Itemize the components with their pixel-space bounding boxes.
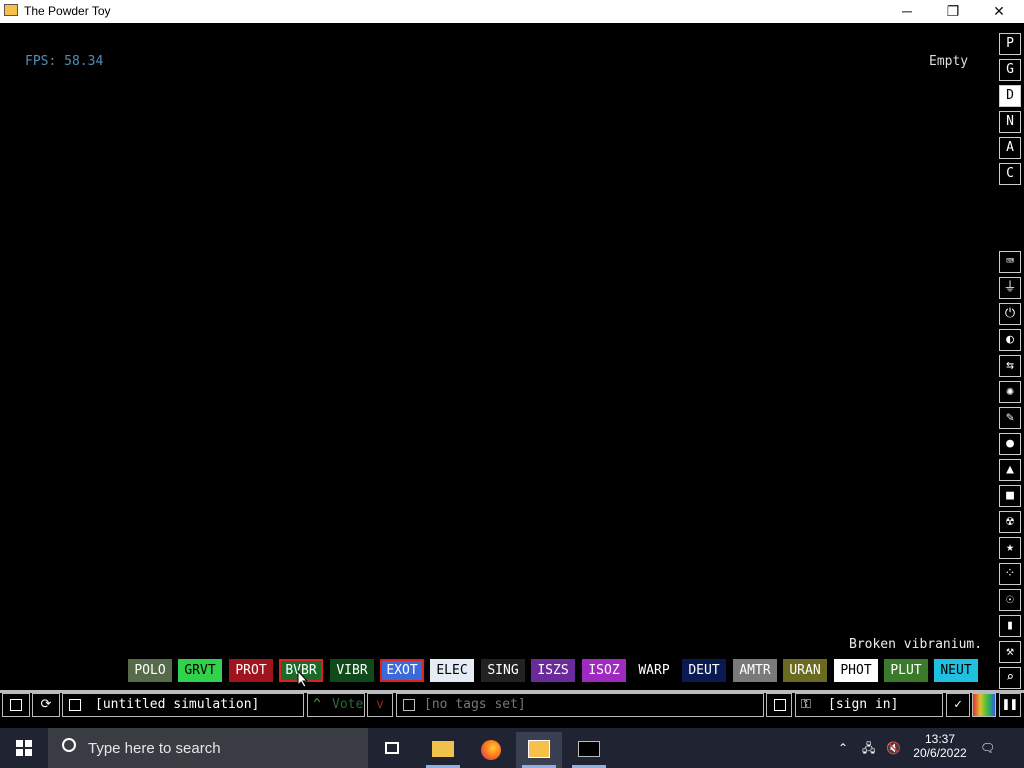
- windows-taskbar: Type here to search ⌃ 🖧 🔇 13:37 20/6/202…: [0, 728, 1024, 768]
- pen-icon[interactable]: ✎: [999, 407, 1021, 429]
- task-view-icon[interactable]: [370, 732, 416, 768]
- chevron-up-icon[interactable]: ⌃: [838, 728, 854, 768]
- save-icon: [69, 699, 81, 711]
- element-button-elec[interactable]: ELEC: [430, 659, 474, 682]
- vote-down-icon: v: [376, 697, 384, 712]
- clock-time: 13:37: [924, 732, 956, 746]
- square-icon[interactable]: ■: [999, 485, 1021, 507]
- taskbar-search[interactable]: Type here to search: [48, 728, 368, 768]
- close-button[interactable]: ✕: [976, 0, 1022, 23]
- sign-in-button[interactable]: ⚿ [sign in]: [795, 693, 943, 717]
- element-button-deut[interactable]: DEUT: [682, 659, 726, 682]
- magnifier-icon[interactable]: ⌕: [999, 667, 1021, 689]
- plug-icon[interactable]: ⏚: [999, 277, 1021, 299]
- sign-in-label: [sign in]: [828, 697, 899, 712]
- toolset-button-c[interactable]: C: [999, 163, 1021, 185]
- firefox-icon[interactable]: [468, 732, 514, 768]
- star-icon[interactable]: ★: [999, 537, 1021, 559]
- file-explorer-icon[interactable]: [420, 732, 466, 768]
- vote-label: Vote: [332, 697, 364, 712]
- tags-label: [no tags set]: [424, 697, 526, 712]
- bookmark-icon[interactable]: ▮: [999, 615, 1021, 637]
- mouse-cursor-icon: [297, 670, 309, 688]
- clock-date: 20/6/2022: [913, 746, 967, 760]
- wrench-icon[interactable]: ⚒: [999, 641, 1021, 663]
- reload-button[interactable]: ⟳: [32, 693, 60, 717]
- simulation-canvas[interactable]: FPS: 58.34 Empty PGDNAC ⌨ ⏚ ⏻ ◐ ⇆ ✺ ✎ ● ▲ ■ ☢ ★ ⁘ ☉ ▮ ⚒…: [0, 23, 1024, 720]
- open-save-button[interactable]: [2, 693, 30, 717]
- toolset-button-n[interactable]: N: [999, 111, 1021, 133]
- network-icon[interactable]: 🖧: [862, 728, 880, 768]
- app-icon: [4, 4, 18, 16]
- key-icon: ⚿: [801, 697, 811, 712]
- tags-button[interactable]: [no tags set]: [396, 693, 764, 717]
- search-placeholder: Type here to search: [88, 740, 221, 757]
- element-button-grvt[interactable]: GRVT: [178, 659, 222, 682]
- spray-icon[interactable]: ✺: [999, 381, 1021, 403]
- powder-toy-taskbar-icon[interactable]: [516, 732, 562, 768]
- terminal-icon[interactable]: [566, 732, 612, 768]
- element-button-uran[interactable]: URAN: [783, 659, 827, 682]
- keyboard-icon[interactable]: ⌨: [999, 251, 1021, 273]
- element-button-isoz[interactable]: ISOZ: [582, 659, 626, 682]
- element-button-plut[interactable]: PLUT: [884, 659, 928, 682]
- checkmark-icon: ✓: [954, 697, 962, 712]
- arrows-icon[interactable]: ⇆: [999, 355, 1021, 377]
- element-button-prot[interactable]: PROT: [229, 659, 273, 682]
- toolset-button-a[interactable]: A: [999, 137, 1021, 159]
- search-icon: [62, 738, 76, 752]
- element-description: Broken vibranium.: [849, 637, 983, 652]
- start-button[interactable]: [16, 740, 32, 756]
- toolset-button-g[interactable]: G: [999, 59, 1021, 81]
- element-button-sing[interactable]: SING: [481, 659, 525, 682]
- bulb-icon[interactable]: ☉: [999, 589, 1021, 611]
- maximize-button[interactable]: ❐: [930, 0, 976, 23]
- element-button-exot[interactable]: EXOT: [380, 659, 424, 682]
- save-simulation-button[interactable]: [untitled simulation]: [62, 693, 304, 717]
- element-button-warp[interactable]: WARP: [632, 659, 676, 682]
- volume-muted-icon[interactable]: 🔇: [886, 728, 904, 768]
- settings-button[interactable]: ✓: [946, 693, 970, 717]
- dots-icon[interactable]: ⁘: [999, 563, 1021, 585]
- window-titlebar: The Powder Toy ─ ❐ ✕: [0, 0, 1024, 23]
- render-options-button[interactable]: [972, 693, 996, 717]
- drop-icon[interactable]: ●: [999, 433, 1021, 455]
- element-button-neut[interactable]: NEUT: [934, 659, 978, 682]
- save-name: [untitled simulation]: [95, 697, 260, 712]
- fps-counter: FPS: 58.34: [25, 54, 104, 69]
- hover-info: Empty: [929, 54, 969, 69]
- reload-icon: ⟳: [40, 697, 52, 712]
- window-title: The Powder Toy: [24, 4, 111, 18]
- vote-up-button[interactable]: ^ Vote: [307, 693, 365, 717]
- thumbs-up-icon: ^: [313, 697, 321, 712]
- pause-button[interactable]: ❚❚: [999, 693, 1021, 717]
- element-button-phot[interactable]: PHOT: [834, 659, 878, 682]
- element-button-amtr[interactable]: AMTR: [733, 659, 777, 682]
- gauge-icon[interactable]: ◐: [999, 329, 1021, 351]
- toolset-button-p[interactable]: P: [999, 33, 1021, 55]
- notifications-icon[interactable]: 🗨: [980, 728, 1000, 768]
- power-icon[interactable]: ⏻: [999, 303, 1021, 325]
- pause-icon: ❚❚: [1002, 697, 1018, 712]
- radiation-icon[interactable]: ☢: [999, 511, 1021, 533]
- clock[interactable]: 13:37 20/6/2022: [910, 728, 970, 768]
- element-button-iszs[interactable]: ISZS: [531, 659, 575, 682]
- tag-icon: [403, 699, 415, 711]
- vote-down-button[interactable]: v: [367, 693, 393, 717]
- toolset-button-d[interactable]: D: [999, 85, 1021, 107]
- element-button-polo[interactable]: POLO: [128, 659, 172, 682]
- flask-icon[interactable]: ▲: [999, 459, 1021, 481]
- new-file-icon: [774, 699, 786, 711]
- minimize-button[interactable]: ─: [884, 0, 930, 23]
- element-button-vibr[interactable]: VIBR: [330, 659, 374, 682]
- new-simulation-button[interactable]: [766, 693, 792, 717]
